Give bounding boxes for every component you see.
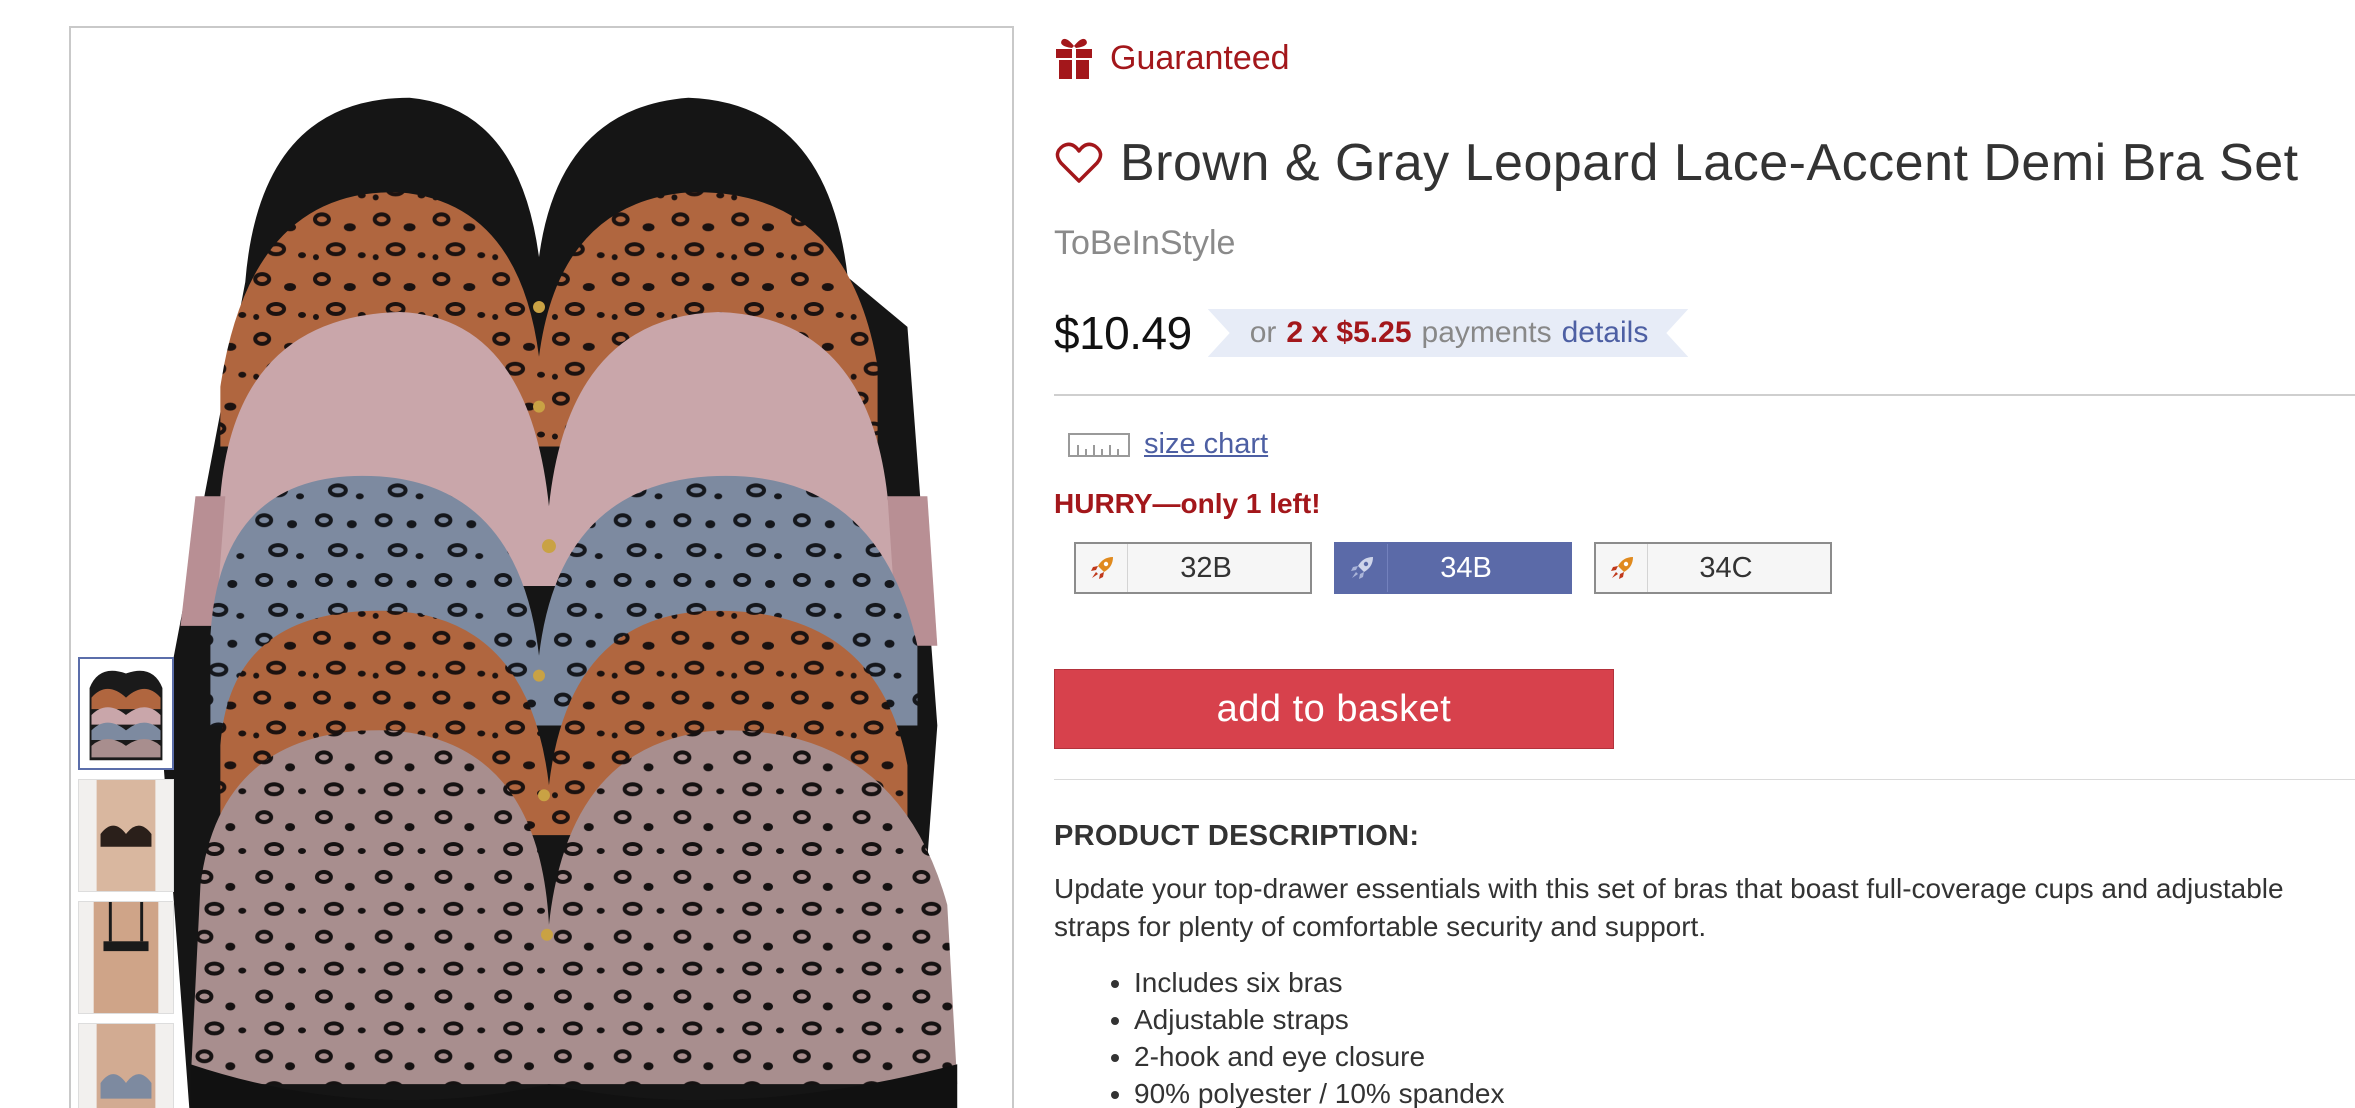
- size-selector: 32B 34B 34C: [1074, 542, 1832, 594]
- product-price: $10.49: [1054, 307, 1192, 359]
- product-title: Brown & Gray Leopard Lace-Accent Demi Br…: [1120, 134, 2299, 192]
- divider: [1054, 394, 2355, 396]
- divider: [1054, 779, 2355, 780]
- payments-word: payments: [1421, 316, 1552, 349]
- thumbnail-3[interactable]: [78, 901, 174, 1014]
- guarantee-badge[interactable]: Guaranteed: [1054, 36, 1290, 80]
- description-text: Update your top-drawer essentials with t…: [1054, 873, 2284, 942]
- ruler-icon: [1068, 432, 1130, 457]
- payments-prefix: or: [1249, 316, 1277, 349]
- favorite-button[interactable]: [1054, 138, 1104, 188]
- payments-amount: 2 x $5.25: [1286, 316, 1412, 349]
- payments-banner: or 2 x $5.25 payments details: [1208, 309, 1689, 357]
- brand-name[interactable]: ToBeInStyle: [1054, 224, 1235, 263]
- stock-alert: HURRY—only 1 left!: [1054, 488, 1321, 519]
- add-to-basket-button[interactable]: add to basket: [1054, 669, 1614, 749]
- guarantee-label: Guaranteed: [1110, 38, 1290, 77]
- rocket-icon: [1076, 544, 1128, 592]
- rocket-icon: [1596, 544, 1648, 592]
- product-image-frame: [69, 26, 1014, 1108]
- list-item: Adjustable straps: [1134, 1001, 1504, 1038]
- product-main-image[interactable]: [71, 28, 1012, 1108]
- list-item: 2-hook and eye closure: [1134, 1038, 1504, 1075]
- thumbnail-list: [78, 657, 174, 1108]
- size-option-34c[interactable]: 34C: [1594, 542, 1832, 594]
- size-option-32b[interactable]: 32B: [1074, 542, 1312, 594]
- payments-details-link[interactable]: details: [1562, 316, 1649, 350]
- size-label: 34C: [1699, 551, 1753, 584]
- size-option-34b[interactable]: 34B: [1334, 542, 1572, 594]
- thumbnail-1[interactable]: [78, 657, 174, 770]
- thumbnail-4[interactable]: [78, 1023, 174, 1108]
- size-chart-label[interactable]: size chart: [1144, 428, 1268, 461]
- heart-icon: [1055, 142, 1103, 183]
- product-info-panel: Guaranteed Brown & Gray Leopard Lace-Acc…: [1054, 0, 2355, 1108]
- description-heading: PRODUCT DESCRIPTION:: [1054, 820, 1420, 852]
- description-bullets: Includes six bras Adjustable straps 2-ho…: [1134, 964, 1504, 1108]
- thumbnail-2[interactable]: [78, 779, 174, 892]
- rocket-icon: [1336, 544, 1388, 592]
- list-item: 90% polyester / 10% spandex: [1134, 1075, 1504, 1108]
- gift-icon: [1056, 38, 1092, 79]
- size-label: 32B: [1180, 551, 1232, 584]
- size-chart-link[interactable]: size chart: [1068, 428, 1268, 461]
- size-label: 34B: [1440, 551, 1492, 584]
- title-row: Brown & Gray Leopard Lace-Accent Demi Br…: [1054, 133, 2299, 193]
- list-item: Includes six bras: [1134, 964, 1504, 1001]
- price-row: $10.49 or 2 x $5.25 payments details: [1054, 298, 1688, 368]
